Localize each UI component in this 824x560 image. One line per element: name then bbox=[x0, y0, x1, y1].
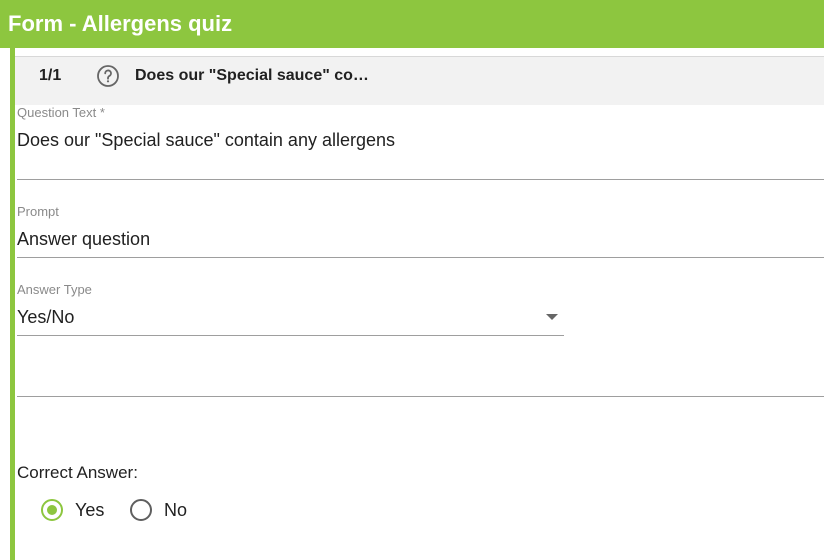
question-text-label: Question Text * bbox=[17, 105, 105, 120]
help-circle-icon bbox=[96, 64, 120, 88]
form-title: Form - Allergens quiz bbox=[0, 0, 824, 48]
prompt-label: Prompt bbox=[17, 204, 59, 219]
radio-yes-label[interactable]: Yes bbox=[75, 499, 104, 521]
prompt-input[interactable]: Answer question bbox=[17, 229, 150, 250]
question-header[interactable]: 1/1 Does our "Special sauce" co… bbox=[15, 56, 824, 105]
empty-field-underline[interactable] bbox=[17, 396, 824, 397]
radio-yes[interactable] bbox=[41, 499, 63, 521]
question-text-input[interactable]: Does our "Special sauce" contain any all… bbox=[17, 130, 395, 151]
prompt-underline bbox=[17, 257, 824, 258]
answer-type-select[interactable]: Yes/No bbox=[17, 307, 74, 328]
dropdown-arrow-icon[interactable] bbox=[546, 314, 558, 320]
correct-answer-label: Correct Answer: bbox=[17, 463, 138, 482]
answer-type-underline bbox=[17, 335, 564, 336]
question-number: 1/1 bbox=[39, 67, 62, 84]
answer-type-label: Answer Type bbox=[17, 282, 92, 297]
question-text-underline bbox=[17, 179, 824, 180]
radio-no-label[interactable]: No bbox=[164, 499, 187, 521]
radio-no[interactable] bbox=[130, 499, 152, 521]
question-summary: Does our "Special sauce" co… bbox=[135, 67, 369, 84]
section-accent-bar bbox=[10, 48, 15, 560]
